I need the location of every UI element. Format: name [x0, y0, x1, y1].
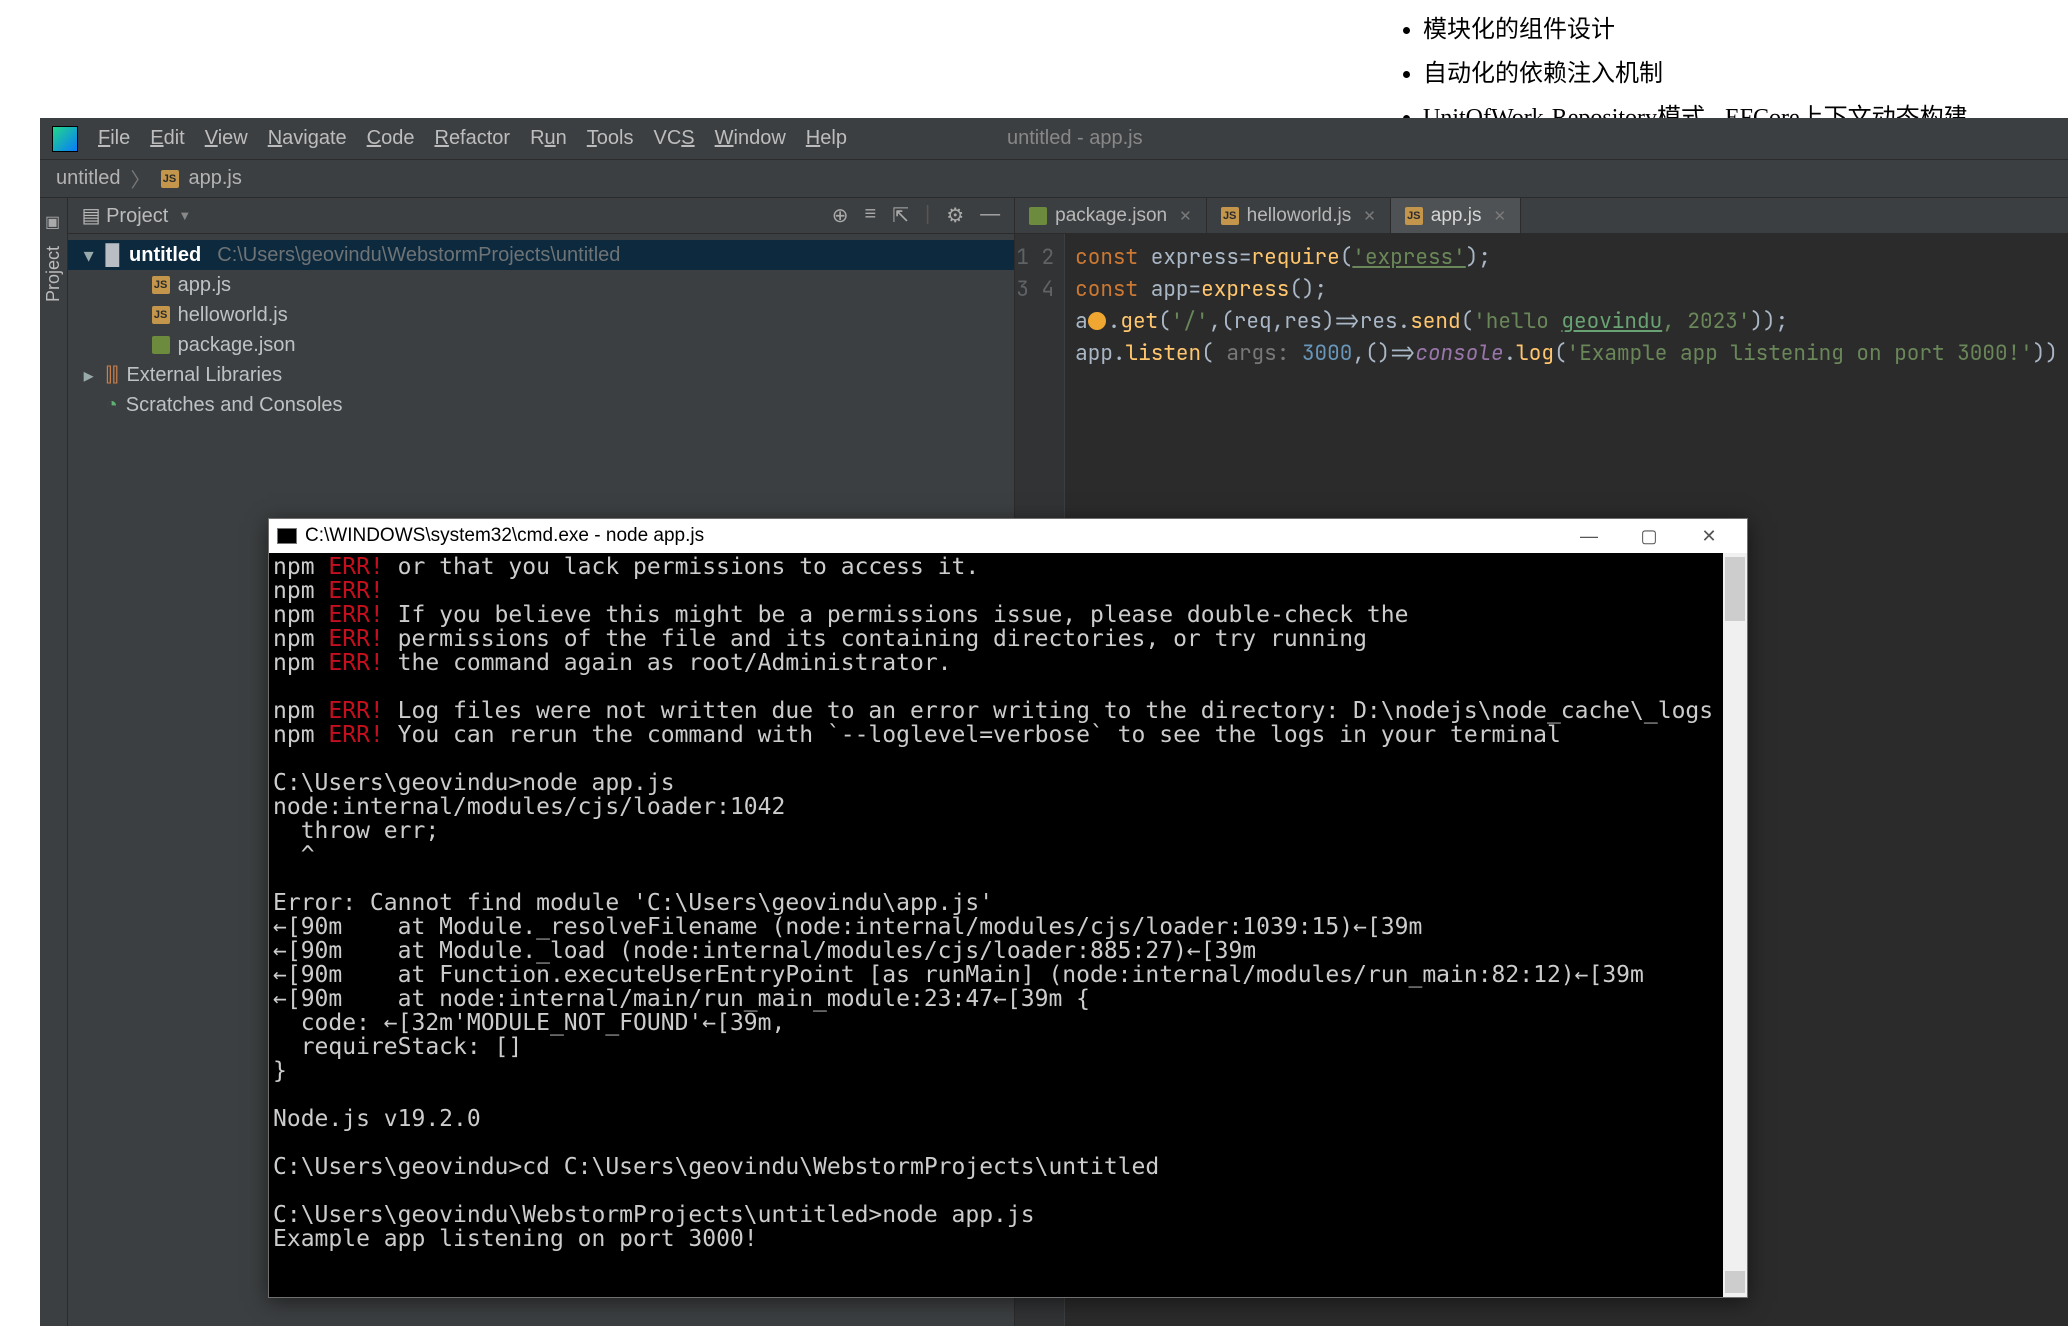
breadcrumb-separator-icon: 〉 — [131, 164, 151, 193]
tree-label: Scratches and Consoles — [126, 394, 343, 417]
file-label: helloworld.js — [178, 304, 288, 327]
scroll-thumb[interactable] — [1725, 557, 1745, 621]
menu-refactor[interactable]: Refactor — [434, 127, 510, 150]
menu-run[interactable]: Run — [530, 127, 567, 150]
editor-tabs: package.json ✕ JS helloworld.js ✕ JS app… — [1015, 198, 2068, 234]
js-file-icon: JS — [161, 170, 179, 188]
tree-file[interactable]: JS app.js — [68, 270, 1014, 300]
file-label: package.json — [178, 334, 296, 357]
cmd-icon — [277, 528, 297, 544]
root-name: untitled — [129, 244, 201, 267]
cmd-output[interactable]: npm ERR! or that you lack permissions to… — [269, 553, 1747, 1253]
project-tool-icon[interactable]: ▣ — [45, 212, 60, 232]
project-view-selector[interactable]: ▤ Project — [82, 203, 169, 228]
root-path: C:\Users\geovindu\WebstormProjects\untit… — [217, 244, 620, 267]
breadcrumb-file[interactable]: app.js — [189, 167, 242, 190]
gear-icon[interactable]: ⚙ — [946, 203, 964, 228]
scratches-icon: ◔ — [106, 394, 118, 417]
tree-label: External Libraries — [126, 364, 282, 387]
close-icon[interactable]: ✕ — [1494, 207, 1507, 225]
js-file-icon: JS — [1221, 207, 1239, 225]
cmd-title-text: C:\WINDOWS\system32\cmd.exe - node app.j… — [305, 525, 704, 547]
webstorm-logo-icon — [52, 126, 78, 152]
tree-external-libs[interactable]: ▸ ⫿⫿ External Libraries — [68, 360, 1014, 390]
left-tool-stripe[interactable]: ▣ Project — [40, 198, 68, 1326]
cmd-window[interactable]: C:\WINDOWS\system32\cmd.exe - node app.j… — [268, 518, 1748, 1298]
bullet-item: 自动化的依赖注入机制 — [1423, 52, 1968, 96]
library-icon: ⫿⫿ — [106, 364, 119, 387]
expand-all-icon[interactable]: ≡ — [865, 203, 877, 228]
expander-down-icon[interactable]: ▾ — [84, 243, 98, 268]
ide-window: File Edit View Navigate Code Refactor Ru… — [40, 118, 2068, 1326]
menu-navigate[interactable]: Navigate — [268, 127, 347, 150]
menu-tools[interactable]: Tools — [587, 127, 634, 150]
tab-package-json[interactable]: package.json ✕ — [1015, 198, 1207, 233]
tab-label: helloworld.js — [1247, 205, 1352, 227]
folder-icon: ▉ — [106, 243, 121, 268]
breadcrumb-project[interactable]: untitled — [56, 167, 121, 190]
project-tool-label[interactable]: Project — [43, 246, 64, 302]
scroll-thumb[interactable] — [1725, 1271, 1745, 1293]
cmd-scrollbar[interactable] — [1723, 553, 1747, 1297]
tab-helloworld-js[interactable]: JS helloworld.js ✕ — [1207, 198, 1391, 233]
tab-app-js[interactable]: JS app.js ✕ — [1391, 198, 1521, 233]
menu-help[interactable]: Help — [806, 127, 847, 150]
json-file-icon — [152, 336, 170, 354]
js-file-icon: JS — [152, 306, 170, 324]
menu-vcs[interactable]: VCS — [654, 127, 695, 150]
close-icon[interactable]: ✕ — [1363, 207, 1376, 225]
hide-tool-icon[interactable]: — — [980, 203, 1000, 228]
tree-root[interactable]: ▾ ▉ untitled C:\Users\geovindu\WebstormP… — [68, 240, 1014, 270]
js-file-icon: JS — [152, 276, 170, 294]
maximize-button[interactable]: ▢ — [1619, 519, 1679, 553]
menu-file[interactable]: File — [98, 127, 130, 150]
expander-right-icon[interactable]: ▸ — [84, 363, 98, 388]
tab-label: package.json — [1055, 205, 1167, 227]
intention-bulb-icon[interactable] — [1088, 312, 1106, 330]
menu-code[interactable]: Code — [367, 127, 415, 150]
close-icon[interactable]: ✕ — [1179, 207, 1192, 225]
chevron-down-icon[interactable]: ▼ — [178, 208, 191, 223]
tree-file[interactable]: JS helloworld.js — [68, 300, 1014, 330]
tab-label: app.js — [1431, 205, 1482, 227]
minimize-button[interactable]: — — [1559, 519, 1619, 553]
tree-scratches[interactable]: ◔ Scratches and Consoles — [68, 390, 1014, 420]
collapse-all-icon[interactable]: ⇱ — [892, 203, 909, 228]
bullet-item: 模块化的组件设计 — [1423, 8, 1968, 52]
locate-icon[interactable]: ⊕ — [832, 203, 849, 228]
ide-window-title: untitled - app.js — [1007, 127, 1143, 150]
menu-edit[interactable]: Edit — [150, 127, 184, 150]
cmd-titlebar[interactable]: C:\WINDOWS\system32\cmd.exe - node app.j… — [269, 519, 1747, 553]
tree-file[interactable]: package.json — [68, 330, 1014, 360]
ide-titlebar: File Edit View Navigate Code Refactor Ru… — [40, 118, 2068, 160]
cmd-body[interactable]: npm ERR! or that you lack permissions to… — [269, 553, 1747, 1297]
menu-view[interactable]: View — [205, 127, 248, 150]
menu-window[interactable]: Window — [715, 127, 786, 150]
breadcrumb: untitled 〉 JS app.js — [40, 160, 2068, 198]
close-button[interactable]: ✕ — [1679, 519, 1739, 553]
page-background-top: 模块化的组件设计 自动化的依赖注入机制 UnitOfWork-Repositor… — [0, 0, 2068, 118]
file-label: app.js — [178, 274, 231, 297]
json-file-icon — [1029, 207, 1047, 225]
project-panel-header: ▤ Project ▼ ⊕ ≡ ⇱ | ⚙ — — [68, 198, 1014, 234]
js-file-icon: JS — [1405, 207, 1423, 225]
